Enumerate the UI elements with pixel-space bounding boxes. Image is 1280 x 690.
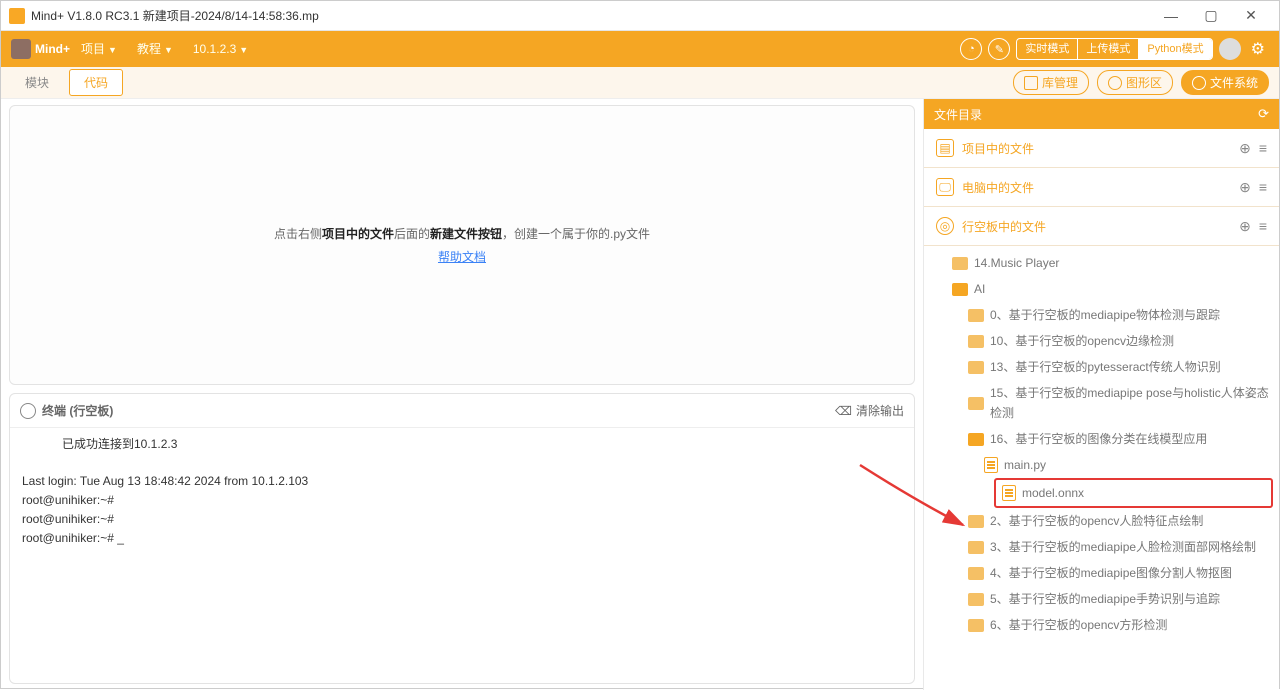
main: 点击右侧项目中的文件后面的新建文件按钮，创建一个属于你的.py文件 帮助文档 终… (1, 99, 1279, 690)
gear-icon[interactable]: ⚙ (1247, 39, 1269, 59)
menu-ip[interactable]: 10.1.2.3▼ (183, 31, 258, 68)
new-file-icon[interactable]: ⊕ (1239, 140, 1251, 157)
menu-project[interactable]: 项目▼ (71, 31, 127, 68)
tree-file-highlighted[interactable]: model.onnx (994, 478, 1273, 508)
menu-icon-2[interactable]: ≡ (1259, 179, 1267, 196)
tree-folder[interactable]: 5、基于行空板的mediapipe手势识别与追踪 (924, 586, 1279, 612)
editor-text-1: 点击右侧 (274, 227, 322, 241)
tree-folder[interactable]: 16、基于行空板的图像分类在线模型应用 (924, 426, 1279, 452)
menu-tutorial[interactable]: 教程▼ (127, 31, 183, 68)
mode-switch: 实时模式 上传模式 Python模式 (1016, 38, 1212, 60)
file-icon (1002, 485, 1016, 501)
tree-folder[interactable]: 14.Music Player (924, 250, 1279, 276)
mode-realtime[interactable]: 实时模式 (1017, 39, 1078, 59)
panel-header: 文件目录 ⟳ (924, 99, 1279, 129)
new-file-icon-3[interactable]: ⊕ (1239, 218, 1251, 235)
tree-folder[interactable]: 3、基于行空板的mediapipe人脸检测面部网格绘制 (924, 534, 1279, 560)
logo: Mind+ (11, 37, 71, 61)
tab-module[interactable]: 模块 (11, 70, 63, 95)
section-board-files[interactable]: ◎ 行空板中的文件 ⊕≡ (924, 207, 1279, 246)
section-computer-files[interactable]: 🖵 电脑中的文件 ⊕≡ (924, 168, 1279, 207)
lib-icon (1024, 76, 1038, 90)
mode-upload[interactable]: 上传模式 (1078, 39, 1139, 59)
file-icon (984, 457, 998, 473)
tree-folder[interactable]: 6、基于行空板的opencv方形检测 (924, 612, 1279, 638)
graphics-button[interactable]: 图形区 (1097, 70, 1173, 95)
globe-icon[interactable]: ✎ (988, 38, 1010, 60)
chart-icon[interactable]: ◔ (960, 38, 982, 60)
editor-text-2: 后面的 (394, 227, 430, 241)
tree-folder[interactable]: 0、基于行空板的mediapipe物体检测与跟踪 (924, 302, 1279, 328)
tree-folder[interactable]: 4、基于行空板的mediapipe图像分割人物抠图 (924, 560, 1279, 586)
titlebar: Mind+ V1.8.0 RC3.1 新建项目-2024/8/14-14:58:… (1, 1, 1279, 31)
tree-folder[interactable]: 2、基于行空板的opencv人脸特征点绘制 (924, 508, 1279, 534)
close-button[interactable]: ✕ (1231, 1, 1271, 31)
window-controls: — ▢ ✕ (1151, 1, 1271, 31)
file-tree: 14.Music Player AI 0、基于行空板的mediapipe物体检测… (924, 246, 1279, 690)
clear-output-button[interactable]: ⌫ 清除输出 (835, 402, 904, 419)
editor-bold-2: 新建文件按钮 (430, 227, 502, 241)
board-icon: ◎ (936, 217, 954, 235)
tree-file[interactable]: main.py (924, 452, 1279, 478)
terminal-title: 终端 (行空板) (42, 402, 113, 419)
menubar: Mind+ 项目▼ 教程▼ 10.1.2.3▼ ◔ ✎ 实时模式 上传模式 Py… (1, 31, 1279, 67)
section-project-files[interactable]: ▤ 项目中的文件 ⊕≡ (924, 129, 1279, 168)
tree-folder[interactable]: AI (924, 276, 1279, 302)
left-pane: 点击右侧项目中的文件后面的新建文件按钮，创建一个属于你的.py文件 帮助文档 终… (1, 99, 923, 690)
editor-placeholder: 点击右侧项目中的文件后面的新建文件按钮，创建一个属于你的.py文件 帮助文档 (9, 105, 915, 385)
filesystem-button[interactable]: 文件系统 (1181, 70, 1269, 95)
lib-manage-button[interactable]: 库管理 (1013, 70, 1089, 95)
menu-icon[interactable]: ≡ (1259, 140, 1267, 157)
mode-python[interactable]: Python模式 (1139, 39, 1211, 59)
project-files-icon: ▤ (936, 139, 954, 157)
terminal-connected: 已成功连接到10.1.2.3 (22, 436, 902, 473)
toolbar: 模块 代码 库管理 图形区 文件系统 (1, 67, 1279, 99)
computer-icon: 🖵 (936, 178, 954, 196)
tree-folder[interactable]: 10、基于行空板的opencv边缘检测 (924, 328, 1279, 354)
help-link[interactable]: 帮助文档 (438, 248, 486, 265)
term-line-4: root@unihiker:~# _ (22, 531, 124, 545)
editor-text-3: ，创建一个属于你的.py文件 (502, 227, 650, 241)
file-panel: 文件目录 ⟳ ▤ 项目中的文件 ⊕≡ 🖵 电脑中的文件 ⊕≡ ◎ 行空板中的文件… (923, 99, 1279, 690)
filesystem-icon (1192, 76, 1206, 90)
term-line-1: Last login: Tue Aug 13 18:48:42 2024 fro… (22, 474, 308, 488)
avatar[interactable] (1219, 38, 1241, 60)
new-file-icon-2[interactable]: ⊕ (1239, 179, 1251, 196)
logo-text: Mind+ (35, 42, 70, 56)
menu-icon-3[interactable]: ≡ (1259, 218, 1267, 235)
terminal: 终端 (行空板) ⌫ 清除输出 已成功连接到10.1.2.3Last login… (9, 393, 915, 684)
tab-code[interactable]: 代码 (69, 69, 123, 96)
logo-icon (11, 39, 31, 59)
app-icon (9, 8, 25, 24)
tree-folder[interactable]: 15、基于行空板的mediapipe pose与holistic人体姿态检测 (924, 380, 1279, 426)
link-icon (20, 403, 36, 419)
refresh-icon[interactable]: ⟳ (1258, 106, 1269, 122)
minimize-button[interactable]: — (1151, 1, 1191, 31)
window-title: Mind+ V1.8.0 RC3.1 新建项目-2024/8/14-14:58:… (31, 7, 319, 24)
terminal-body[interactable]: 已成功连接到10.1.2.3Last login: Tue Aug 13 18:… (10, 428, 914, 683)
tree-folder[interactable]: 13、基于行空板的pytesseract传统人物识别 (924, 354, 1279, 380)
term-line-2: root@unihiker:~# (22, 493, 114, 507)
term-line-3: root@unihiker:~# (22, 512, 114, 526)
terminal-header: 终端 (行空板) ⌫ 清除输出 (10, 394, 914, 428)
maximize-button[interactable]: ▢ (1191, 1, 1231, 31)
clear-icon: ⌫ (835, 404, 852, 418)
panel-title: 文件目录 (934, 106, 982, 123)
editor-bold-1: 项目中的文件 (322, 227, 394, 241)
graphics-icon (1108, 76, 1122, 90)
